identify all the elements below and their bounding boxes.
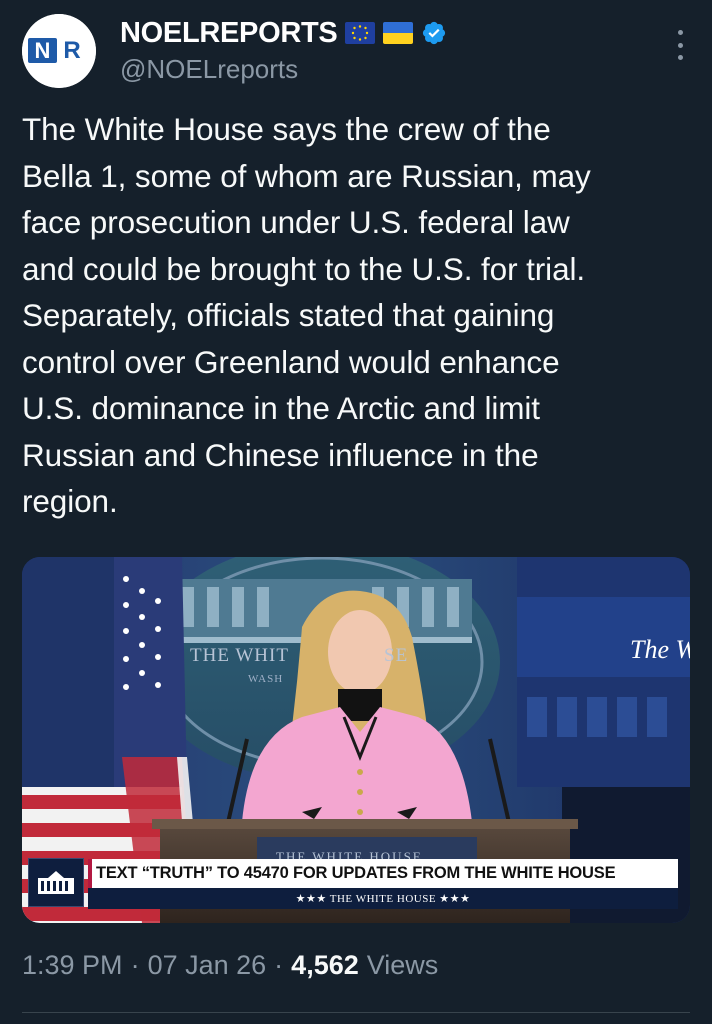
tweet-meta: 1:39 PM · 07 Jan 26 · 4,562 Views xyxy=(22,950,438,981)
divider xyxy=(22,1012,690,1013)
ticker-sub-bar: ★★★ THE WHITE HOUSE ★★★ xyxy=(88,888,678,909)
separator-dot: · xyxy=(274,950,284,980)
tweet-media-image[interactable]: THE WHIT SE WASH The W THE WHITE HOUSE T… xyxy=(22,557,690,923)
ticker-text: TEXT “TRUTH” TO 45470 FOR UPDATES FROM T… xyxy=(96,864,616,882)
svg-text:N: N xyxy=(35,38,51,63)
author-avatar[interactable]: N R xyxy=(22,14,96,88)
ticker-main-bar: TEXT “TRUTH” TO 45470 FOR UPDATES FROM T… xyxy=(88,859,678,888)
eu-flag-icon xyxy=(345,22,376,44)
screen-wall-text: The W xyxy=(630,635,690,664)
ukraine-flag-icon xyxy=(383,22,414,44)
noelreports-logo: N R xyxy=(22,14,96,88)
tweet-text: The White House says the crew of the Bel… xyxy=(22,111,591,519)
tweet-time[interactable]: 1:39 PM xyxy=(22,950,123,981)
seal-text-right: SE xyxy=(384,645,409,666)
verified-badge-icon xyxy=(421,20,447,46)
tweet-header: N R NOELREPORTS @NOELreports xyxy=(0,0,712,100)
news-ticker: TEXT “TRUTH” TO 45470 FOR UPDATES FROM T… xyxy=(88,859,678,909)
author-handle[interactable]: @NOELreports xyxy=(120,54,298,85)
views-label: Views xyxy=(366,950,439,980)
views-count[interactable]: 4,562 xyxy=(291,950,359,981)
author-display-name[interactable]: NOELREPORTS xyxy=(120,17,338,50)
name-row: NOELREPORTS xyxy=(120,16,447,50)
separator-dot: · xyxy=(130,950,140,980)
seal-subtext: WASH xyxy=(248,673,284,685)
more-options-icon[interactable] xyxy=(674,30,686,60)
white-house-logo-icon xyxy=(28,858,84,907)
tweet-date[interactable]: 07 Jan 26 xyxy=(148,950,267,981)
ticker-subtext: ★★★ THE WHITE HOUSE ★★★ xyxy=(295,893,471,905)
svg-text:R: R xyxy=(63,37,80,64)
seal-text-left: THE WHIT xyxy=(190,645,289,666)
